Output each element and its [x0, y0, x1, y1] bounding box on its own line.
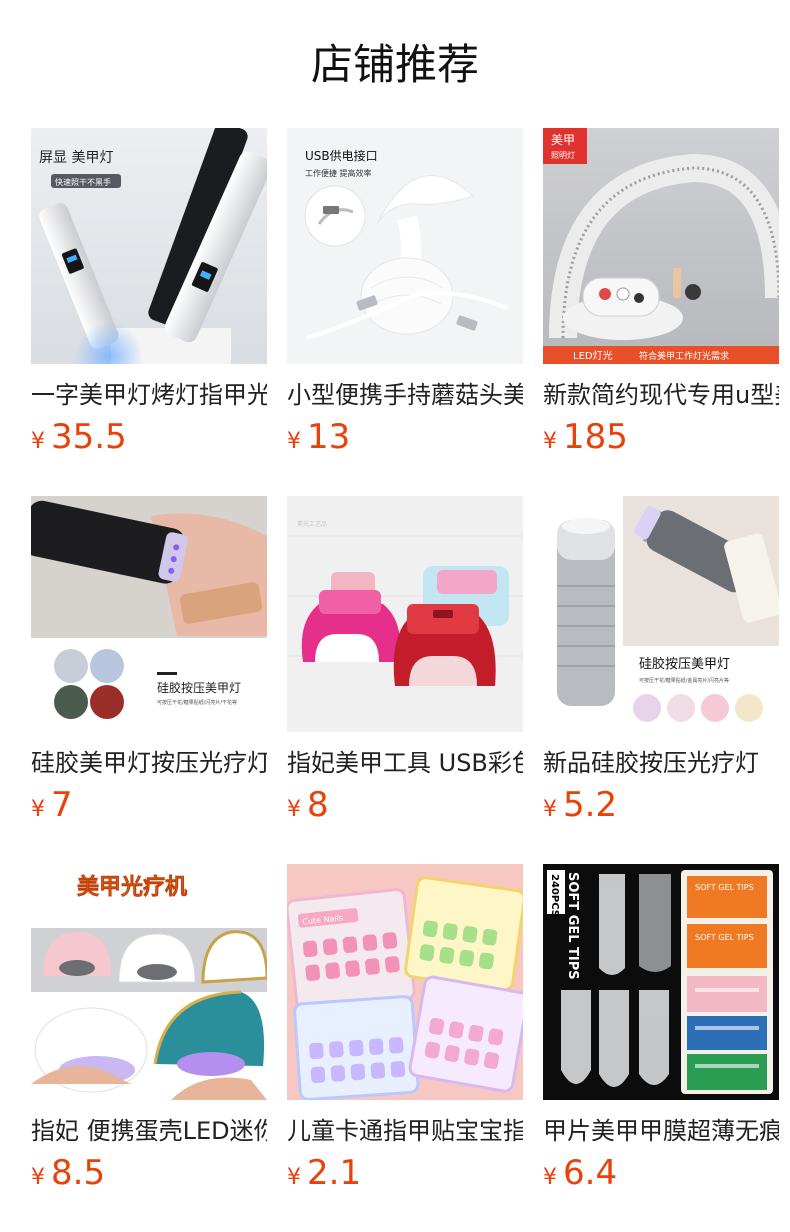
currency-symbol: ¥	[287, 429, 301, 454]
currency-symbol: ¥	[31, 797, 45, 822]
svg-text:美甲: 美甲	[551, 133, 575, 147]
product-card[interactable]: 硅胶按压美甲灯 可按压干花/糖果贴纸/金属亮片/闪亮片等 新品硅胶按压光疗灯 ¥…	[543, 496, 779, 826]
svg-text:符合美甲工作灯光需求: 符合美甲工作灯光需求	[639, 350, 729, 362]
product-image[interactable]: 美甲光疗机	[31, 864, 267, 1100]
product-image[interactable]: 美甲 照明灯 LED灯光 符合美甲工作灯光需求	[543, 128, 779, 364]
svg-text:可按压干花/糖果贴纸/闪亮片/干花等: 可按压干花/糖果贴纸/闪亮片/干花等	[157, 699, 237, 706]
product-name[interactable]: 硅胶美甲灯按压光疗灯	[31, 746, 267, 780]
price-value: 8	[307, 785, 329, 825]
svg-text:SOFT GEL TIPS: SOFT GEL TIPS	[565, 872, 580, 980]
product-card[interactable]: 美甲光疗机 指妃 便携蛋壳LED迷你灯 ¥8.5	[31, 864, 267, 1194]
price-value: 13	[307, 417, 351, 457]
product-name[interactable]: 一字美甲灯烤灯指甲光疗灯	[31, 378, 267, 412]
currency-symbol: ¥	[543, 429, 557, 454]
currency-symbol: ¥	[543, 797, 557, 822]
arch-lamp-icon: 美甲 照明灯 LED灯光 符合美甲工作灯光需求	[543, 128, 779, 364]
price-value: 35.5	[51, 417, 127, 457]
svg-text:可按压干花/糖果贴纸/金属亮片/闪亮片等: 可按压干花/糖果贴纸/金属亮片/闪亮片等	[639, 677, 729, 684]
product-card[interactable]: 屏显 美甲灯 快速照干不黑手 一字美甲灯烤灯指甲光疗灯 ¥35.5	[31, 128, 267, 458]
pen-uv-lamp-icon: 屏显 美甲灯 快速照干不黑手	[31, 128, 267, 364]
svg-text:素光工艺品: 素光工艺品	[297, 520, 327, 528]
product-price: ¥7	[31, 784, 267, 826]
product-name[interactable]: 儿童卡通指甲贴宝宝指甲片	[287, 1114, 523, 1148]
kids-nail-sticker-icon: Cute Nails	[287, 864, 523, 1100]
svg-text:屏显 美甲灯: 屏显 美甲灯	[39, 150, 113, 166]
svg-text:SOFT GEL TIPS: SOFT GEL TIPS	[695, 883, 754, 892]
price-value: 7	[51, 785, 73, 825]
svg-text:LED灯光: LED灯光	[573, 349, 613, 362]
product-image[interactable]: 屏显 美甲灯 快速照干不黑手	[31, 128, 267, 364]
product-name[interactable]: 新款简约现代专用u型美甲灯	[543, 378, 779, 412]
flashlight-lamp-icon: 硅胶按压美甲灯 可按压干花/糖果贴纸/金属亮片/闪亮片等	[543, 496, 779, 732]
currency-symbol: ¥	[31, 429, 45, 454]
product-card[interactable]: 美甲 照明灯 LED灯光 符合美甲工作灯光需求 新款简约现代专用u型美甲灯 ¥1…	[543, 128, 779, 458]
mushroom-lamp-icon: USB供电接口 工作便捷 提高效率	[287, 128, 523, 364]
product-price: ¥35.5	[31, 416, 267, 458]
product-name[interactable]: 指妃 便携蛋壳LED迷你灯	[31, 1114, 267, 1148]
currency-symbol: ¥	[287, 1165, 301, 1190]
svg-text:USB供电接口: USB供电接口	[305, 148, 378, 163]
svg-text:工作便捷 提高效率: 工作便捷 提高效率	[305, 168, 372, 178]
product-image[interactable]: USB供电接口 工作便捷 提高效率	[287, 128, 523, 364]
gel-tips-box-icon: SOFT GEL TIPS 240PCS SOFT GEL TIPS SOFT …	[543, 864, 779, 1100]
product-price: ¥5.2	[543, 784, 779, 826]
product-price: ¥8	[287, 784, 523, 826]
product-image[interactable]: 硅胶按压美甲灯 可按压干花/糖果贴纸/金属亮片/闪亮片等	[543, 496, 779, 732]
product-image[interactable]: 素光工艺品	[287, 496, 523, 732]
svg-text:240PCS: 240PCS	[549, 874, 560, 917]
currency-symbol: ¥	[543, 1165, 557, 1190]
product-image[interactable]: Cute Nails	[287, 864, 523, 1100]
product-name[interactable]: 小型便携手持蘑菇头美甲灯	[287, 378, 523, 412]
page-title: 店铺推荐	[310, 40, 479, 89]
product-name[interactable]: 甲片美甲甲膜超薄无痕甲片	[543, 1114, 779, 1148]
mini-usb-lamp-icon: 素光工艺品	[287, 496, 523, 732]
svg-text:快速照干不黑手: 快速照干不黑手	[55, 177, 111, 187]
currency-symbol: ¥	[287, 797, 301, 822]
product-name[interactable]: 新品硅胶按压光疗灯	[543, 746, 779, 780]
svg-text:SOFT GEL TIPS: SOFT GEL TIPS	[695, 933, 754, 942]
product-card[interactable]: USB供电接口 工作便捷 提高效率 小型便携手持蘑菇头美甲灯 ¥13	[287, 128, 523, 458]
product-price: ¥13	[287, 416, 523, 458]
price-value: 8.5	[51, 1153, 106, 1193]
product-price: ¥185	[543, 416, 779, 458]
svg-text:硅胶按压美甲灯: 硅胶按压美甲灯	[157, 680, 241, 695]
egg-lamp-icon: 美甲光疗机	[31, 864, 267, 1100]
product-price: ¥2.1	[287, 1152, 523, 1194]
currency-symbol: ¥	[31, 1165, 45, 1190]
product-image[interactable]: SOFT GEL TIPS 240PCS SOFT GEL TIPS SOFT …	[543, 864, 779, 1100]
price-value: 5.2	[563, 785, 618, 825]
price-value: 185	[563, 417, 628, 457]
product-price: ¥8.5	[31, 1152, 267, 1194]
product-card[interactable]: 硅胶按压美甲灯 可按压干花/糖果贴纸/闪亮片/干花等 硅胶美甲灯按压光疗灯 ¥7	[31, 496, 267, 826]
silicone-stamp-lamp-icon: 硅胶按压美甲灯 可按压干花/糖果贴纸/闪亮片/干花等	[31, 496, 267, 732]
price-value: 2.1	[307, 1153, 362, 1193]
product-price: ¥6.4	[543, 1152, 779, 1194]
product-name[interactable]: 指妃美甲工具 USB彩色迷你灯	[287, 746, 523, 780]
svg-text:硅胶按压美甲灯: 硅胶按压美甲灯	[639, 656, 730, 672]
price-value: 6.4	[563, 1153, 618, 1193]
svg-text:美甲光疗机: 美甲光疗机	[77, 874, 187, 900]
product-card[interactable]: Cute Nails 儿童卡通指甲贴宝宝指甲片 ¥2.1	[287, 864, 523, 1194]
product-card[interactable]: 素光工艺品 指妃美甲工具 USB彩色迷你灯 ¥8	[287, 496, 523, 826]
product-image[interactable]: 硅胶按压美甲灯 可按压干花/糖果贴纸/闪亮片/干花等	[31, 496, 267, 732]
svg-text:照明灯: 照明灯	[551, 150, 575, 160]
product-card[interactable]: SOFT GEL TIPS 240PCS SOFT GEL TIPS SOFT …	[543, 864, 779, 1194]
